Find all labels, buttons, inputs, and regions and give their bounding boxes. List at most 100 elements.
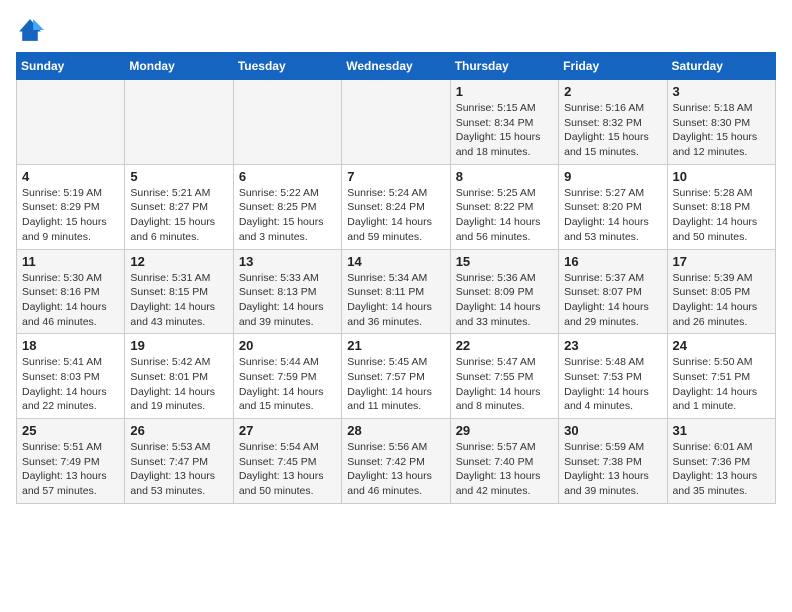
day-info: Sunrise: 5:37 AM Sunset: 8:07 PM Dayligh… (564, 271, 661, 330)
day-info: Sunrise: 6:01 AM Sunset: 7:36 PM Dayligh… (673, 440, 770, 499)
day-number: 8 (456, 169, 553, 184)
day-number: 2 (564, 84, 661, 99)
day-info: Sunrise: 5:30 AM Sunset: 8:16 PM Dayligh… (22, 271, 119, 330)
day-info: Sunrise: 5:41 AM Sunset: 8:03 PM Dayligh… (22, 355, 119, 414)
day-number: 14 (347, 254, 444, 269)
weekday-header-thursday: Thursday (450, 53, 558, 80)
day-info: Sunrise: 5:50 AM Sunset: 7:51 PM Dayligh… (673, 355, 770, 414)
day-number: 6 (239, 169, 336, 184)
day-number: 31 (673, 423, 770, 438)
calendar-cell (125, 80, 233, 165)
day-info: Sunrise: 5:34 AM Sunset: 8:11 PM Dayligh… (347, 271, 444, 330)
calendar-week-2: 4 Sunrise: 5:19 AM Sunset: 8:29 PM Daylig… (17, 164, 776, 249)
day-info: Sunrise: 5:28 AM Sunset: 8:18 PM Dayligh… (673, 186, 770, 245)
day-info: Sunrise: 5:45 AM Sunset: 7:57 PM Dayligh… (347, 355, 444, 414)
day-info: Sunrise: 5:31 AM Sunset: 8:15 PM Dayligh… (130, 271, 227, 330)
day-number: 9 (564, 169, 661, 184)
calendar-header: SundayMondayTuesdayWednesdayThursdayFrid… (17, 53, 776, 80)
calendar-week-5: 25 Sunrise: 5:51 AM Sunset: 7:49 PM Dayli… (17, 419, 776, 504)
day-number: 17 (673, 254, 770, 269)
day-number: 25 (22, 423, 119, 438)
calendar-week-3: 11 Sunrise: 5:30 AM Sunset: 8:16 PM Dayli… (17, 249, 776, 334)
calendar-cell (233, 80, 341, 165)
logo (16, 16, 48, 44)
weekday-header-wednesday: Wednesday (342, 53, 450, 80)
day-number: 15 (456, 254, 553, 269)
calendar-cell: 17 Sunrise: 5:39 AM Sunset: 8:05 PM Dayli… (667, 249, 775, 334)
day-number: 1 (456, 84, 553, 99)
weekday-header-tuesday: Tuesday (233, 53, 341, 80)
calendar-cell: 4 Sunrise: 5:19 AM Sunset: 8:29 PM Daylig… (17, 164, 125, 249)
day-number: 22 (456, 338, 553, 353)
day-info: Sunrise: 5:56 AM Sunset: 7:42 PM Dayligh… (347, 440, 444, 499)
day-info: Sunrise: 5:47 AM Sunset: 7:55 PM Dayligh… (456, 355, 553, 414)
weekday-header-saturday: Saturday (667, 53, 775, 80)
day-number: 18 (22, 338, 119, 353)
day-info: Sunrise: 5:19 AM Sunset: 8:29 PM Dayligh… (22, 186, 119, 245)
calendar-cell: 20Sunrise: 5:44 AM Sunset: 7:59 PM Dayli… (233, 334, 341, 419)
day-info: Sunrise: 5:53 AM Sunset: 7:47 PM Dayligh… (130, 440, 227, 499)
calendar-week-1: 1 Sunrise: 5:15 AM Sunset: 8:34 PM Daylig… (17, 80, 776, 165)
calendar-cell: 12 Sunrise: 5:31 AM Sunset: 8:15 PM Dayli… (125, 249, 233, 334)
calendar-cell: 28Sunrise: 5:56 AM Sunset: 7:42 PM Dayli… (342, 419, 450, 504)
day-number: 23 (564, 338, 661, 353)
day-number: 12 (130, 254, 227, 269)
day-number: 10 (673, 169, 770, 184)
day-number: 19 (130, 338, 227, 353)
day-number: 27 (239, 423, 336, 438)
day-number: 16 (564, 254, 661, 269)
day-info: Sunrise: 5:57 AM Sunset: 7:40 PM Dayligh… (456, 440, 553, 499)
day-number: 26 (130, 423, 227, 438)
calendar-cell: 7 Sunrise: 5:24 AM Sunset: 8:24 PM Daylig… (342, 164, 450, 249)
calendar-cell: 27 Sunrise: 5:54 AM Sunset: 7:45 PM Dayli… (233, 419, 341, 504)
calendar-cell: 19 Sunrise: 5:42 AM Sunset: 8:01 PM Dayli… (125, 334, 233, 419)
day-info: Sunrise: 5:54 AM Sunset: 7:45 PM Dayligh… (239, 440, 336, 499)
day-number: 4 (22, 169, 119, 184)
logo-icon (16, 16, 44, 44)
day-number: 11 (22, 254, 119, 269)
calendar-cell: 14 Sunrise: 5:34 AM Sunset: 8:11 PM Dayli… (342, 249, 450, 334)
page-header (16, 16, 776, 44)
day-info: Sunrise: 5:33 AM Sunset: 8:13 PM Dayligh… (239, 271, 336, 330)
calendar-cell: 6 Sunrise: 5:22 AM Sunset: 8:25 PM Daylig… (233, 164, 341, 249)
day-number: 24 (673, 338, 770, 353)
calendar-cell: 9Sunrise: 5:27 AM Sunset: 8:20 PM Daylig… (559, 164, 667, 249)
day-info: Sunrise: 5:42 AM Sunset: 8:01 PM Dayligh… (130, 355, 227, 414)
day-info: Sunrise: 5:48 AM Sunset: 7:53 PM Dayligh… (564, 355, 661, 414)
calendar-cell (342, 80, 450, 165)
calendar-cell: 26 Sunrise: 5:53 AM Sunset: 7:47 PM Dayli… (125, 419, 233, 504)
day-info: Sunrise: 5:22 AM Sunset: 8:25 PM Dayligh… (239, 186, 336, 245)
calendar-cell: 5 Sunrise: 5:21 AM Sunset: 8:27 PM Daylig… (125, 164, 233, 249)
day-info: Sunrise: 5:36 AM Sunset: 8:09 PM Dayligh… (456, 271, 553, 330)
calendar-cell: 16 Sunrise: 5:37 AM Sunset: 8:07 PM Dayli… (559, 249, 667, 334)
calendar-cell: 21 Sunrise: 5:45 AM Sunset: 7:57 PM Dayli… (342, 334, 450, 419)
day-number: 13 (239, 254, 336, 269)
day-info: Sunrise: 5:21 AM Sunset: 8:27 PM Dayligh… (130, 186, 227, 245)
calendar-cell: 11 Sunrise: 5:30 AM Sunset: 8:16 PM Dayli… (17, 249, 125, 334)
day-info: Sunrise: 5:15 AM Sunset: 8:34 PM Dayligh… (456, 101, 553, 160)
calendar-cell: 25 Sunrise: 5:51 AM Sunset: 7:49 PM Dayli… (17, 419, 125, 504)
day-info: Sunrise: 5:39 AM Sunset: 8:05 PM Dayligh… (673, 271, 770, 330)
calendar-cell: 22 Sunrise: 5:47 AM Sunset: 7:55 PM Dayli… (450, 334, 558, 419)
day-number: 30 (564, 423, 661, 438)
calendar-cell: 2Sunrise: 5:16 AM Sunset: 8:32 PM Daylig… (559, 80, 667, 165)
day-info: Sunrise: 5:51 AM Sunset: 7:49 PM Dayligh… (22, 440, 119, 499)
weekday-header-sunday: Sunday (17, 53, 125, 80)
calendar-cell: 31 Sunrise: 6:01 AM Sunset: 7:36 PM Dayli… (667, 419, 775, 504)
day-number: 7 (347, 169, 444, 184)
calendar-cell: 23 Sunrise: 5:48 AM Sunset: 7:53 PM Dayli… (559, 334, 667, 419)
calendar-cell (17, 80, 125, 165)
calendar-cell: 29Sunrise: 5:57 AM Sunset: 7:40 PM Dayli… (450, 419, 558, 504)
calendar-cell: 10 Sunrise: 5:28 AM Sunset: 8:18 PM Dayli… (667, 164, 775, 249)
day-info: Sunrise: 5:24 AM Sunset: 8:24 PM Dayligh… (347, 186, 444, 245)
day-info: Sunrise: 5:59 AM Sunset: 7:38 PM Dayligh… (564, 440, 661, 499)
day-info: Sunrise: 5:44 AM Sunset: 7:59 PM Dayligh… (239, 355, 336, 414)
day-info: Sunrise: 5:25 AM Sunset: 8:22 PM Dayligh… (456, 186, 553, 245)
day-number: 21 (347, 338, 444, 353)
weekday-header-friday: Friday (559, 53, 667, 80)
weekday-header-monday: Monday (125, 53, 233, 80)
calendar-cell: 13 Sunrise: 5:33 AM Sunset: 8:13 PM Dayli… (233, 249, 341, 334)
calendar-cell: 3Sunrise: 5:18 AM Sunset: 8:30 PM Daylig… (667, 80, 775, 165)
day-number: 5 (130, 169, 227, 184)
calendar-cell: 15 Sunrise: 5:36 AM Sunset: 8:09 PM Dayli… (450, 249, 558, 334)
